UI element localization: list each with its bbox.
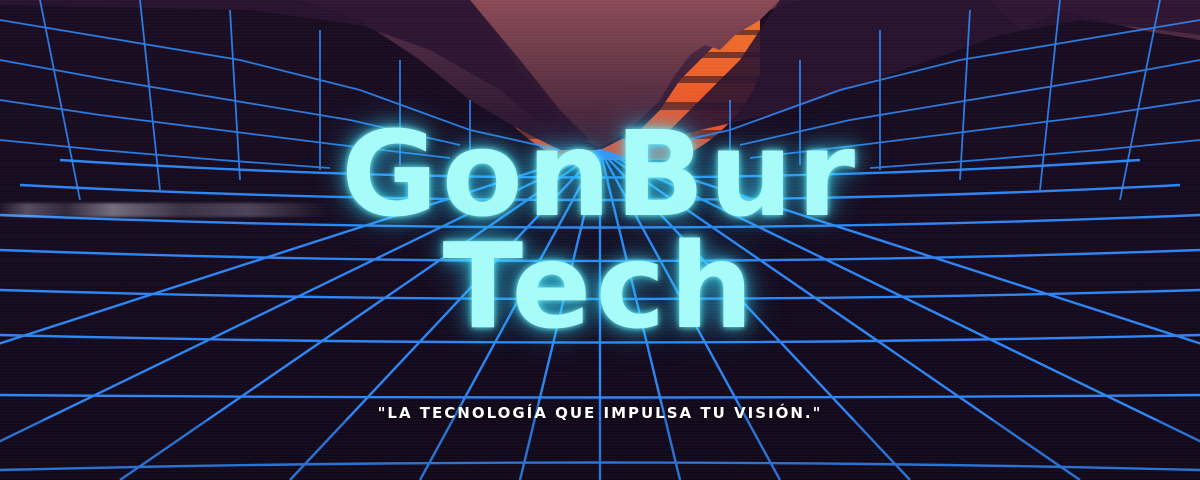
brand-title: GonBur Tech (0, 105, 1200, 355)
brand-title-line1: GonBur (340, 105, 860, 243)
brand-title-line2: Tech (442, 217, 758, 355)
brand-tagline: "LA TECNOLOGÍA QUE IMPULSA TU VISIÓN." (377, 404, 823, 422)
hero-banner: GonBur Tech "LA TECNOLOGÍA QUE IMPULSA T… (0, 0, 1200, 480)
